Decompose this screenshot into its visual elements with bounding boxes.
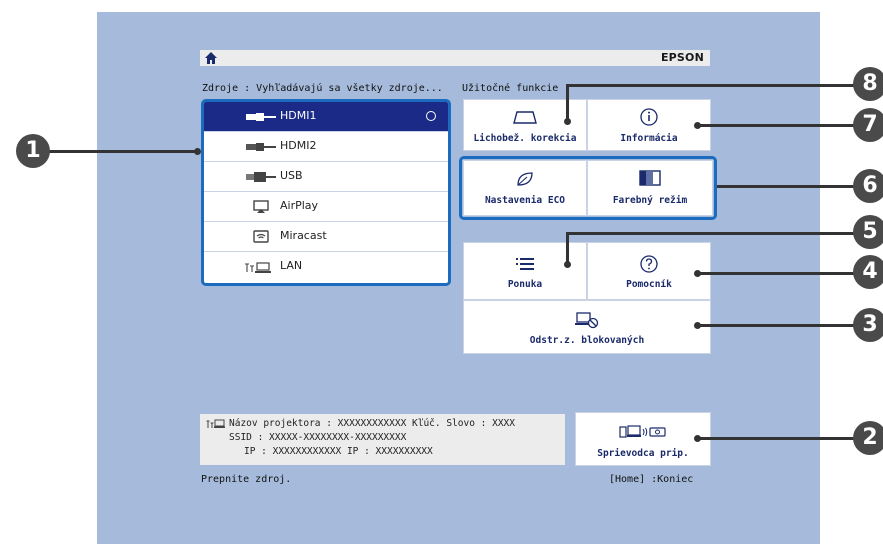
ip-line: IP : XXXXXXXXXXXX IP : XXXXXXXXXX xyxy=(244,446,433,457)
callout-5-line-h xyxy=(568,232,854,235)
help-label: Pomocník xyxy=(626,279,672,290)
sources-heading: Zdroje : Vyhľadávajú sa všetky zdroje... xyxy=(202,83,443,94)
callout-3-line xyxy=(697,324,857,327)
callout-5-dot xyxy=(564,261,571,268)
source-item-miracast[interactable]: Miracast xyxy=(204,222,448,252)
unblock-label: Odstr.z. blokovaných xyxy=(529,335,645,346)
airplay-icon xyxy=(253,200,269,213)
keystone-label: Lichobež. korekcia xyxy=(473,133,577,144)
keystone-icon xyxy=(513,111,537,124)
callout-8-line-h xyxy=(568,84,854,87)
source-item-airplay[interactable]: AirPlay xyxy=(204,192,448,222)
info-button[interactable]: Informácia xyxy=(587,99,711,151)
source-item-hdmi2[interactable]: HDMI2 xyxy=(204,132,448,162)
unblock-button[interactable]: Odstr.z. blokovaných xyxy=(463,300,711,354)
callout-5-line-v xyxy=(566,232,569,263)
lan-icon xyxy=(245,262,271,273)
source-item-hdmi1[interactable]: HDMI1 xyxy=(204,102,448,132)
brand-logo: EPSON xyxy=(660,51,704,64)
help-button[interactable]: Pomocník xyxy=(587,242,711,300)
source-name: USB xyxy=(280,169,303,182)
network-icon xyxy=(206,419,225,428)
connection-wizard-label: Sprievodca prip. xyxy=(597,448,689,459)
callout-badge-4: 4 xyxy=(853,255,883,289)
callout-7-line xyxy=(697,124,857,127)
network-info-panel: Názov projektora : XXXXXXXXXXXX Kľúč. Sl… xyxy=(200,414,565,465)
projector-name-line: Názov projektora : XXXXXXXXXXXX Kľúč. Sl… xyxy=(229,418,515,429)
source-name: AirPlay xyxy=(280,199,319,212)
callout-1-line xyxy=(46,150,196,153)
info-label: Informácia xyxy=(620,133,678,144)
callout-1-dot xyxy=(194,148,201,155)
callout-badge-5: 5 xyxy=(853,215,883,249)
callout-badge-8: 8 xyxy=(853,67,883,101)
callout-6-line xyxy=(717,185,857,188)
hdmi-icon xyxy=(246,113,276,121)
callout-8-dot xyxy=(564,118,571,125)
usb-icon xyxy=(246,172,276,182)
connection-wizard-button[interactable]: Sprievodca prip. xyxy=(575,412,711,466)
callout-4-line xyxy=(697,272,857,275)
home-icon[interactable] xyxy=(204,51,218,65)
callout-badge-1: 1 xyxy=(16,134,50,168)
info-icon xyxy=(640,108,658,126)
source-item-lan[interactable]: LAN xyxy=(204,252,448,282)
ssid-line: SSID : XXXXX-XXXXXXXX-XXXXXXXXX xyxy=(229,432,407,443)
top-bar: EPSON xyxy=(200,50,710,66)
source-name: LAN xyxy=(280,259,303,272)
callout-7-dot xyxy=(694,122,701,129)
help-icon xyxy=(640,255,658,273)
callout-2-dot xyxy=(694,435,701,442)
callout-badge-3: 3 xyxy=(853,308,883,342)
source-item-usb[interactable]: USB xyxy=(204,162,448,192)
unblock-icon xyxy=(575,312,599,329)
callout-badge-2: 2 xyxy=(853,421,883,455)
eco-color-highlight-frame xyxy=(459,156,717,220)
miracast-icon xyxy=(253,230,269,243)
menu-label: Ponuka xyxy=(507,279,543,290)
source-list: HDMI1 HDMI2 USB AirPlay Miracast LAN xyxy=(201,99,451,286)
menu-list-icon xyxy=(516,258,534,270)
selected-indicator xyxy=(426,111,436,121)
connection-wizard-icon xyxy=(619,425,666,438)
source-name: HDMI2 xyxy=(280,139,317,152)
callout-badge-6: 6 xyxy=(853,169,883,203)
source-name: HDMI1 xyxy=(280,109,317,122)
footer-hint-left: Prepnite zdroj. xyxy=(201,474,292,485)
callout-2-line xyxy=(697,437,857,440)
hdmi-icon xyxy=(246,143,276,151)
callout-badge-7: 7 xyxy=(853,108,883,142)
callout-4-dot xyxy=(694,270,701,277)
footer-hint-right: [Home] :Koniec xyxy=(609,474,694,485)
source-name: Miracast xyxy=(280,229,327,242)
callout-3-dot xyxy=(694,322,701,329)
functions-heading: Užitočné funkcie : xyxy=(462,83,571,94)
callout-8-line-v xyxy=(566,84,569,120)
